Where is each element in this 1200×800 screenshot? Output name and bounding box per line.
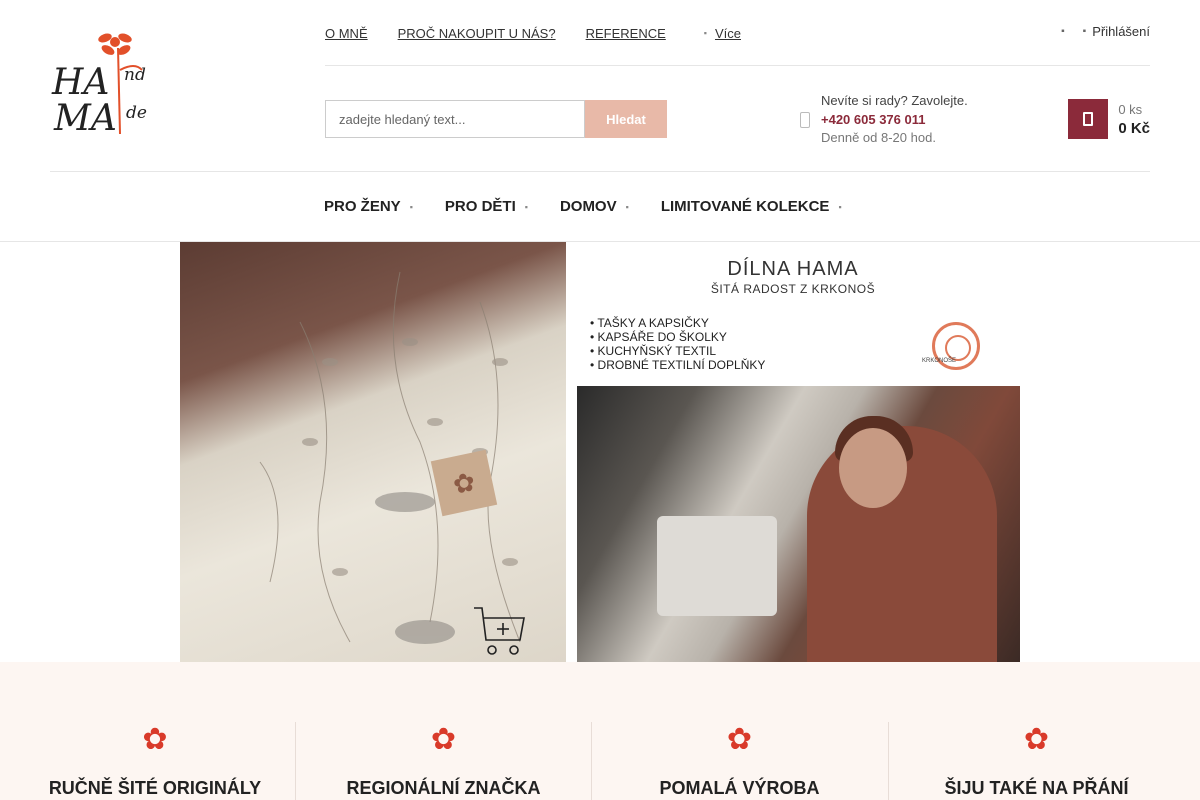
banner-list-item: KUCHYŇSKÝ TEXTIL [590, 344, 765, 358]
banner-subtitle: ŠITÁ RADOST Z KRKONOŠ [710, 282, 876, 296]
flower-icon: ✿ [430, 723, 457, 756]
nav-more-link[interactable]: Více [715, 26, 741, 41]
banner-title: DÍLNA HAMA [727, 258, 859, 280]
flower-icon: ✿ [1023, 723, 1050, 756]
logo-text-3: MA [53, 98, 117, 139]
feature-title: RUČNĚ ŠITÉ ORIGINÁLY [48, 778, 262, 798]
logo-graphic: HA nd MA de [51, 33, 147, 139]
banner-list-item: TAŠKY A KAPSIČKY [590, 316, 765, 330]
feature-item: ✿ REGIONÁLNÍ ZNAČKA [295, 722, 591, 800]
nav-more[interactable]: ▪ Více [704, 26, 741, 41]
features-strip: ✿ RUČNĚ ŠITÉ ORIGINÁLY ✿ REGIONÁLNÍ ZNAČ… [0, 662, 1200, 800]
flower-icon: ✿ [430, 449, 498, 517]
chevron-down-icon: ▪ [625, 201, 629, 212]
flower-icon: ✿ [726, 723, 753, 756]
feature-title: POMALÁ VÝROBA [659, 778, 820, 798]
add-to-cart-icon[interactable] [472, 606, 528, 660]
contact-phone[interactable]: +420 605 376 011 [821, 111, 968, 130]
person-head [839, 428, 907, 508]
main-menu: PRO ŽENY ▪ PRO DĚTI ▪ DOMOV ▪ LIMITOVANÉ KO… [324, 198, 874, 215]
chevron-down-icon: ▪ [838, 201, 842, 212]
feature-title: REGIONÁLNÍ ZNAČKA [346, 778, 541, 798]
login-link[interactable]: Přihlášení [1092, 24, 1150, 39]
chevron-down-icon: ▪ [524, 201, 528, 212]
contact-hours: Denně od 8-20 hod. [821, 130, 936, 145]
menu-item-home[interactable]: DOMOV ▪ [560, 198, 629, 215]
badge-text: KRKONOŠE [922, 358, 957, 364]
menu-item-limited[interactable]: LIMITOVANÉ KOLEKCE ▪ [661, 198, 842, 215]
flower-icon: ✿ [142, 723, 168, 756]
divider [325, 65, 1150, 66]
logo-text-1: HA [51, 62, 109, 103]
search-form: Hledat [325, 100, 667, 138]
cart-button[interactable] [1068, 99, 1109, 139]
chevron-down-icon: ▪ [703, 28, 707, 38]
banner-list-item: DROBNÉ TEXTILNÍ DOPLŇKY [590, 358, 766, 372]
top-nav: O MNĚ PROČ NAKOUPIT U NÁS? REFERENCE ▪ V… [325, 24, 741, 42]
globe-icon[interactable]: ▪ [1061, 26, 1065, 37]
menu-item-label: PRO DĚTI [444, 198, 516, 215]
logo[interactable]: HA nd MA de [50, 30, 160, 140]
menu-item-kids[interactable]: PRO DĚTI ▪ [445, 198, 528, 215]
feature-item: ✿ ŠIJU TAKÉ NA PŘÁNÍ [888, 722, 1184, 800]
user-icon: ▪ [1082, 26, 1087, 37]
login-area[interactable]: ▪ ▪ Přihlášení [1061, 24, 1150, 39]
search-button[interactable]: Hledat [585, 100, 667, 138]
nav-link-why-buy[interactable]: PROČ NAKOUPIT U NÁS? [398, 26, 556, 41]
banner-text-panel: DÍLNA HAMA ŠITÁ RADOST Z KRKONOŠ TAŠKY A… [566, 242, 1020, 662]
menu-item-label: DOMOV [559, 198, 617, 215]
menu-item-label: PRO ŽENY [324, 198, 401, 215]
sewing-machine [657, 516, 777, 616]
logo-text-4: de [126, 103, 147, 123]
leaf-pattern [259, 271, 521, 644]
contact-question: Nevíte si rady? Zavolejte. [821, 93, 968, 108]
cart-price: 0 Kč [1118, 120, 1150, 137]
chevron-down-icon: ▪ [409, 201, 413, 212]
workshop-photo [577, 386, 1020, 662]
phone-icon [800, 111, 810, 128]
divider [50, 171, 1150, 172]
feature-title: ŠIJU TAKÉ NA PŘÁNÍ [944, 778, 1129, 798]
nav-link-references[interactable]: REFERENCE [586, 26, 666, 41]
logo-text-2: nd [124, 65, 146, 85]
menu-item-label: LIMITOVANÉ KOLEKCE [660, 198, 830, 215]
bag-photo: ✿ [180, 242, 566, 662]
feature-item: ✿ RUČNĚ ŠITÉ ORIGINÁLY [7, 722, 303, 800]
menu-item-women[interactable]: PRO ŽENY ▪ [324, 198, 413, 215]
cart[interactable]: 0 ks 0 Kč [1068, 99, 1150, 139]
bag-icon [1083, 112, 1094, 126]
banner-list-item: KAPSÁŘE DO ŠKOLKY [590, 330, 765, 344]
search-input[interactable] [325, 100, 585, 138]
feature-item: ✿ POMALÁ VÝROBA [591, 722, 887, 800]
cart-count: 0 ks [1118, 102, 1143, 117]
contact-block: Nevíte si rady? Zavolejte. +420 605 376 … [800, 92, 968, 148]
banner-list: TAŠKY A KAPSIČKY KAPSÁŘE DO ŠKOLKY KUCHY… [590, 316, 765, 372]
hero-banner[interactable]: ✿ DÍLNA HAMA ŠITÁ RADOST Z KRKONOŠ TAŠKY… [180, 242, 1020, 662]
nav-link-about[interactable]: O MNĚ [325, 26, 368, 41]
